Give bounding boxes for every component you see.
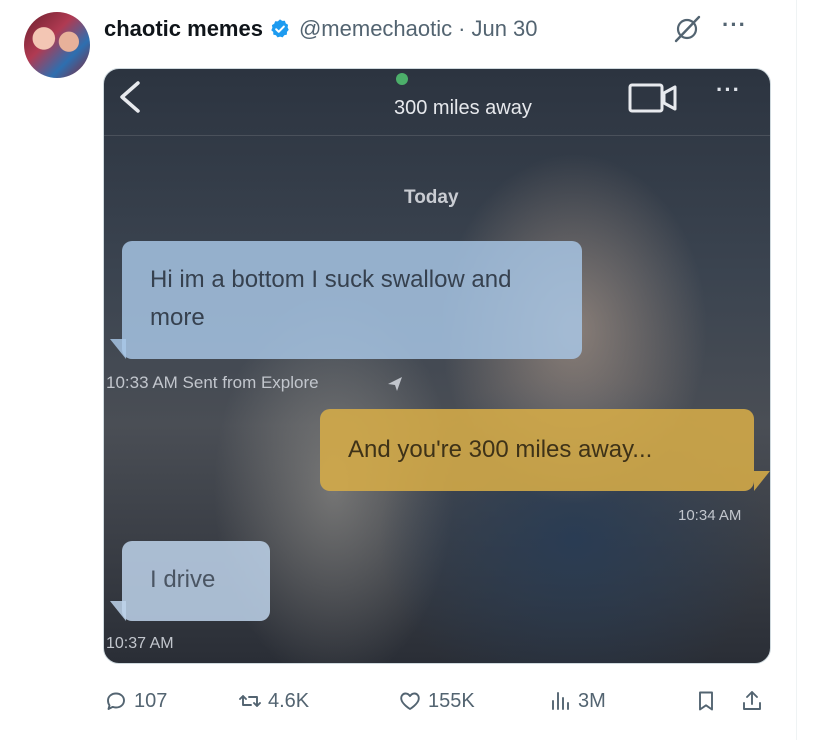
- views-button[interactable]: 3M: [548, 684, 606, 718]
- bubble-tail: [110, 339, 126, 359]
- video-call-icon: [628, 83, 677, 113]
- more-icon[interactable]: ···: [722, 12, 762, 42]
- message-bubble-received: Hi im a bottom I suck swallow and more: [122, 241, 582, 359]
- like-count: 155K: [428, 689, 475, 712]
- tweet-header: chaotic memes @memechaotic · Jun 30: [104, 14, 538, 44]
- tweet-actions: 107 4.6K 155K 3M: [100, 684, 780, 718]
- repost-count: 4.6K: [268, 689, 310, 712]
- separator-dot: ·: [458, 16, 466, 41]
- author-handle[interactable]: @memechaotic: [299, 16, 452, 42]
- online-indicator: [396, 73, 408, 85]
- bubble-tail: [754, 471, 770, 491]
- display-name[interactable]: chaotic memes: [104, 16, 263, 42]
- message-timestamp: 10:33 AM Sent from Explore: [106, 373, 319, 392]
- tweet-media[interactable]: 300 miles away ··· Today Hi im a bottom …: [103, 68, 771, 664]
- avatar[interactable]: [24, 12, 90, 78]
- reply-button[interactable]: 107: [104, 684, 167, 718]
- back-chevron-icon: [120, 81, 140, 113]
- bubble-tail: [110, 601, 126, 621]
- like-button[interactable]: 155K: [398, 684, 475, 718]
- tweet-date[interactable]: Jun 30: [471, 16, 537, 42]
- views-count: 3M: [578, 689, 606, 712]
- like-icon: [400, 692, 420, 710]
- bookmark-button[interactable]: [694, 684, 724, 718]
- repost-button[interactable]: 4.6K: [238, 684, 309, 718]
- chat-header-divider: [104, 135, 770, 136]
- message-timestamp: 10:37 AM: [106, 635, 174, 652]
- share-button[interactable]: [740, 684, 770, 718]
- bookmark-icon: [699, 691, 713, 711]
- chat-more-icon: ···: [716, 77, 741, 102]
- repost-icon: [239, 695, 261, 707]
- share-icon: [743, 691, 761, 710]
- reply-count: 107: [134, 689, 168, 712]
- chat-header-title: 300 miles away: [394, 97, 532, 119]
- message-bubble-received: I drive: [122, 541, 270, 621]
- reply-icon: [107, 692, 125, 710]
- message-timestamp: 10:34 AM: [678, 507, 742, 524]
- views-icon: [552, 692, 569, 710]
- grok-icon[interactable]: [672, 14, 702, 44]
- send-arrow-icon: [388, 377, 402, 391]
- day-label: Today: [404, 187, 459, 208]
- verified-badge-icon: [271, 19, 289, 38]
- column-border: [796, 0, 797, 740]
- message-bubble-sent: And you're 300 miles away...: [320, 409, 754, 491]
